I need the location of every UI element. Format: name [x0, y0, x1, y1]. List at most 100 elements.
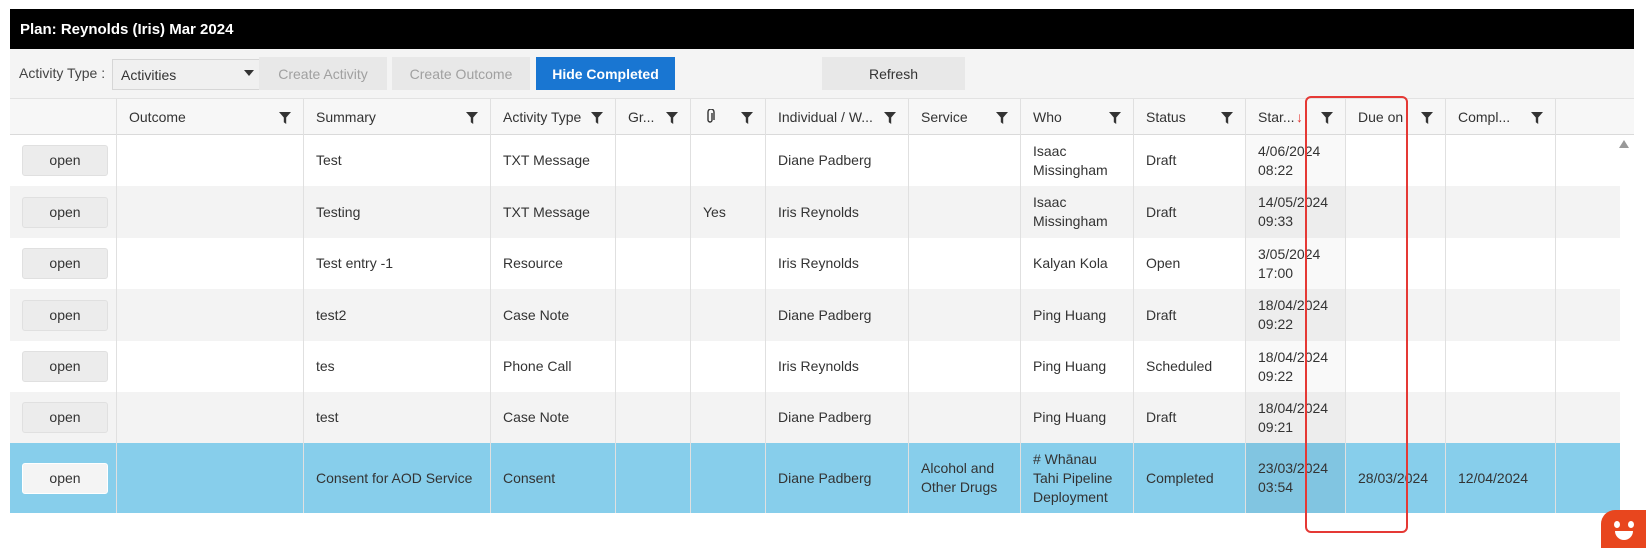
column-header-who[interactable]: Who [1021, 99, 1134, 135]
cell-text: Isaac Missingham [1033, 142, 1108, 178]
cell-start: 18/04/2024 09:22 [1246, 341, 1346, 392]
column-header-activity-type[interactable]: Activity Type [491, 99, 616, 135]
filter-icon[interactable] [996, 111, 1008, 124]
refresh-button[interactable]: Refresh [822, 57, 965, 90]
cell-attachment [691, 289, 766, 341]
filter-icon[interactable] [1321, 111, 1333, 124]
cell-service: Alcohol and Other Drugs [909, 443, 1021, 513]
hide-completed-button[interactable]: Hide Completed [536, 57, 675, 90]
cell-text: Case Note [503, 306, 570, 323]
column-header-label: Activity Type [503, 109, 582, 125]
open-button[interactable]: open [22, 299, 108, 331]
table-row[interactable]: open test2 Case Note Diane Padberg Ping Huan… [10, 289, 1620, 341]
cell-due: 28/03/2024 [1346, 443, 1446, 513]
cell-who: Isaac Missingham [1021, 186, 1134, 238]
column-header-label: Who [1033, 109, 1062, 125]
filter-icon[interactable] [741, 111, 753, 124]
create-activity-button[interactable]: Create Activity [259, 57, 387, 90]
cell-group [616, 289, 691, 341]
filter-icon[interactable] [279, 111, 291, 124]
cell-text: 3/05/2024 17:00 [1258, 245, 1321, 281]
create-outcome-button[interactable]: Create Outcome [392, 57, 530, 90]
cell-text: Test [316, 152, 342, 168]
column-header-attachment[interactable] [691, 99, 766, 135]
filter-icon[interactable] [666, 111, 678, 124]
filter-icon[interactable] [591, 111, 603, 124]
cell-activity-type: TXT Message [491, 135, 616, 186]
column-header-status[interactable]: Status [1134, 99, 1246, 135]
activity-type-label: Activity Type : [19, 65, 106, 81]
cell-text: Isaac Missingham [1033, 194, 1108, 229]
column-header-start[interactable]: Star... ↓ [1246, 99, 1346, 135]
open-button[interactable]: open [22, 248, 108, 279]
column-header-completed[interactable]: Compl... [1446, 99, 1556, 135]
column-header-group[interactable]: Gr... [616, 99, 691, 135]
column-header-service[interactable]: Service [909, 99, 1021, 135]
open-button[interactable]: open [22, 145, 108, 176]
mascot-eye [1614, 521, 1620, 528]
cell-summary: Test [304, 135, 491, 186]
cell-text: 18/04/2024 09:22 [1258, 348, 1329, 384]
column-header-label: Due on [1358, 109, 1404, 125]
table-row[interactable]: open test Case Note Diane Padberg Ping Huang… [10, 392, 1620, 443]
open-button[interactable]: open [22, 351, 108, 382]
cell-activity-type: Case Note [491, 392, 616, 443]
open-button[interactable]: open [22, 462, 108, 494]
cell-service [909, 186, 1021, 238]
table-row[interactable]: open Consent for AOD Service Consent Diane … [10, 443, 1620, 513]
cell-individual: Diane Padberg [766, 135, 909, 186]
filter-icon[interactable] [1421, 111, 1433, 124]
filter-icon[interactable] [466, 111, 478, 124]
column-header-individual[interactable]: Individual / W... [766, 99, 909, 135]
column-header-label: Summary [316, 109, 376, 125]
column-header-open [10, 99, 117, 135]
cell-activity-type: Case Note [491, 289, 616, 341]
cell-text: Ping Huang [1033, 358, 1107, 374]
column-header-due[interactable]: Due on [1346, 99, 1446, 135]
filter-icon[interactable] [884, 111, 896, 124]
mascot-mouth [1615, 531, 1633, 540]
column-header-label: Status [1146, 109, 1186, 125]
scroll-up-icon[interactable] [1619, 140, 1629, 148]
cell-text: Diane Padberg [778, 469, 872, 486]
filter-icon[interactable] [1109, 111, 1121, 124]
cell-text: Iris Reynolds [778, 203, 859, 220]
cell-individual: Diane Padberg [766, 443, 909, 513]
cell-completed [1446, 341, 1556, 392]
open-button[interactable]: open [22, 402, 108, 433]
column-header-outcome[interactable]: Outcome [117, 99, 304, 135]
cell-start: 18/04/2024 09:21 [1246, 392, 1346, 443]
cell-due [1346, 238, 1446, 289]
cell-individual: Iris Reynolds [766, 341, 909, 392]
cell-due [1346, 289, 1446, 341]
cell-open: open [10, 238, 117, 289]
filter-icon[interactable] [1531, 111, 1543, 124]
table-row[interactable]: open Testing TXT Message Yes Iris Reynolds Is… [10, 186, 1620, 238]
cell-outcome [117, 186, 304, 238]
cell-activity-type: Phone Call [491, 341, 616, 392]
cell-text: Phone Call [503, 358, 572, 374]
cell-start: 23/03/2024 03:54 [1246, 443, 1346, 513]
table-row[interactable]: open Test entry -1 Resource Iris Reynolds Ka… [10, 238, 1620, 289]
column-header-label: Individual / W... [778, 109, 873, 125]
table-row[interactable]: open tes Phone Call Iris Reynolds Ping Huang… [10, 341, 1620, 392]
cell-completed [1446, 392, 1556, 443]
sort-arrow-down-icon[interactable]: ↓ [1296, 109, 1303, 125]
cell-text: # Whānau Tahi Pipeline Deployment [1033, 450, 1113, 505]
cell-status: Draft [1134, 186, 1246, 238]
table-row[interactable]: open Test TXT Message Diane Padberg Isaac Mi… [10, 135, 1620, 186]
cell-text: Consent for AOD Service [316, 469, 473, 486]
chat-mascot-icon[interactable] [1601, 510, 1646, 548]
filter-icon[interactable] [1221, 111, 1233, 124]
open-button[interactable]: open [22, 196, 108, 228]
cell-open: open [10, 341, 117, 392]
cell-group [616, 392, 691, 443]
cell-status: Completed [1134, 443, 1246, 513]
cell-text: Diane Padberg [778, 409, 872, 425]
column-header-summary[interactable]: Summary [304, 99, 491, 135]
cell-attachment [691, 238, 766, 289]
cell-due [1346, 135, 1446, 186]
cell-outcome [117, 443, 304, 513]
cell-who: Isaac Missingham [1021, 135, 1134, 186]
activity-type-select[interactable]: Activities [112, 59, 264, 90]
